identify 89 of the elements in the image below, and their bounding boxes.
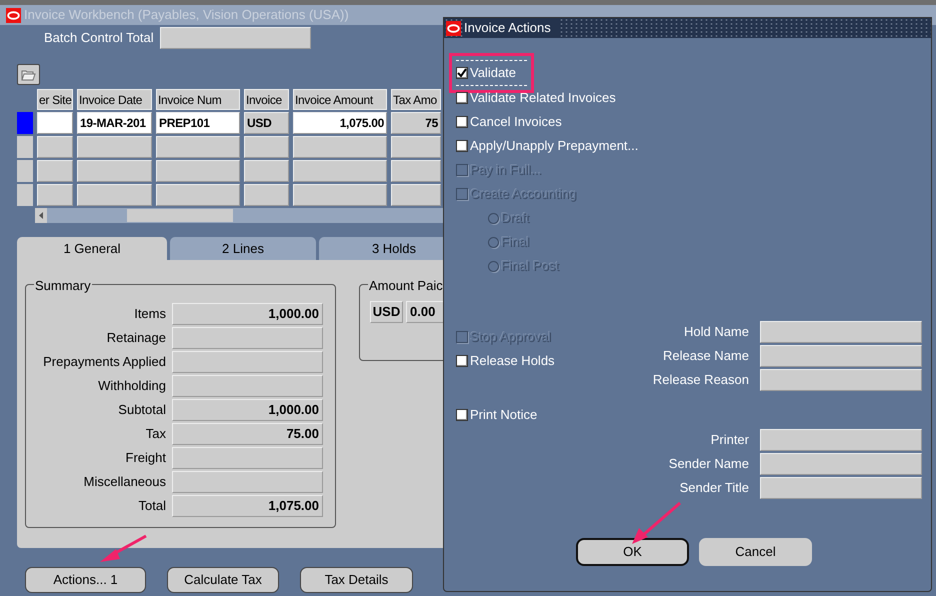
- table-cell[interactable]: [37, 112, 73, 134]
- field-label: Sender Name: [668, 455, 750, 474]
- table-cell[interactable]: PREP101: [156, 112, 240, 134]
- table-cell[interactable]: [293, 136, 387, 158]
- field-label: Tax: [144, 425, 166, 444]
- dialog-title: Invoice Actions: [464, 18, 559, 38]
- checkbox[interactable]: [456, 140, 468, 152]
- field-label: Release Reason: [652, 371, 750, 390]
- table-cell[interactable]: [77, 136, 152, 158]
- option-label: Validate: [470, 64, 516, 82]
- table-cell[interactable]: 19-MAR-201: [77, 112, 152, 134]
- scroll-left-icon[interactable]: [35, 208, 47, 223]
- tab[interactable]: 1 General: [17, 237, 167, 260]
- summary-field[interactable]: 1,000.00: [172, 399, 323, 421]
- option-label: Apply/Unapply Prepayment...: [470, 137, 638, 156]
- action-button[interactable]: Calculate Tax: [167, 567, 279, 593]
- table-cell[interactable]: [156, 184, 240, 206]
- summary-field[interactable]: 1,000.00: [172, 303, 323, 325]
- table-cell[interactable]: [293, 160, 387, 182]
- field-label: Total: [138, 497, 166, 516]
- table-cell[interactable]: [77, 184, 152, 206]
- action-button[interactable]: Tax Details: [300, 567, 413, 593]
- field-label: Batch Control Total: [44, 29, 154, 48]
- checkbox[interactable]: [456, 92, 468, 104]
- table-cell[interactable]: [156, 136, 240, 158]
- dialog-button[interactable]: OK: [576, 538, 689, 566]
- summary-field[interactable]: 1,075.00: [172, 495, 323, 517]
- option-label: Release Holds: [470, 352, 555, 370]
- text-field[interactable]: [760, 477, 922, 499]
- table-cell[interactable]: [37, 184, 73, 206]
- action-button[interactable]: Actions... 1: [25, 567, 146, 593]
- field-label: Withholding: [97, 377, 166, 396]
- column-header: Invoice Num: [156, 89, 240, 110]
- table-cell[interactable]: [244, 136, 289, 158]
- logo-icon: [6, 8, 21, 22]
- summary-field[interactable]: [172, 447, 323, 469]
- column-header: er Site: [37, 89, 73, 110]
- field-label: Hold Name: [682, 323, 750, 342]
- summary-field[interactable]: 75.00: [172, 423, 323, 445]
- table-cell[interactable]: 1,075.00: [293, 112, 387, 134]
- option-label: Validate Related Invoices: [470, 89, 616, 108]
- field-label: Release Name: [662, 347, 750, 366]
- currency-field[interactable]: USD: [370, 301, 403, 323]
- summary-field[interactable]: [172, 375, 323, 397]
- folder-icon: [21, 68, 36, 81]
- batch-control-total-field[interactable]: [160, 27, 311, 49]
- summary-field[interactable]: [172, 327, 323, 349]
- summary-field[interactable]: [172, 471, 323, 493]
- table-cell[interactable]: [244, 184, 289, 206]
- column-header: Invoice: [244, 89, 289, 110]
- field-label: Items: [133, 305, 166, 324]
- text-field[interactable]: [760, 321, 922, 343]
- column-header: Invoice Date: [77, 89, 152, 110]
- checkbox[interactable]: [456, 355, 468, 367]
- table-cell[interactable]: [391, 160, 441, 182]
- table-cell[interactable]: USD: [244, 112, 289, 134]
- column-header: Invoice Amount: [293, 89, 387, 110]
- text-field[interactable]: [760, 453, 922, 475]
- logo-icon: [446, 20, 461, 36]
- table-cell[interactable]: [156, 160, 240, 182]
- table-cell[interactable]: [77, 160, 152, 182]
- table-cell[interactable]: [293, 184, 387, 206]
- folder-button[interactable]: [17, 64, 40, 85]
- text-field[interactable]: [760, 429, 922, 451]
- table-cell[interactable]: [391, 136, 441, 158]
- summary-field[interactable]: [172, 351, 323, 373]
- field-label: Sender Title: [678, 479, 750, 498]
- table-cell[interactable]: [391, 184, 441, 206]
- table-cell[interactable]: 75: [391, 112, 441, 134]
- option-label: Cancel Invoices: [470, 113, 562, 132]
- field-label: Freight: [124, 449, 166, 468]
- column-header: Tax Amo: [391, 89, 441, 110]
- field-label: Miscellaneous: [82, 473, 166, 492]
- text-field[interactable]: [760, 369, 922, 391]
- option-label: Print Notice: [470, 406, 538, 424]
- table-cell[interactable]: [244, 160, 289, 182]
- scroll-thumb[interactable]: [127, 209, 233, 222]
- field-label: Retainage: [106, 329, 166, 348]
- table-cell[interactable]: [37, 136, 73, 158]
- field-label: Subtotal: [117, 401, 166, 420]
- checkbox[interactable]: [456, 409, 468, 421]
- field-label: Prepayments Applied: [42, 353, 166, 372]
- text-field[interactable]: [760, 345, 922, 367]
- dialog-button[interactable]: Cancel: [699, 538, 812, 566]
- table-cell[interactable]: [37, 160, 73, 182]
- checkbox[interactable]: [456, 67, 468, 79]
- checkbox[interactable]: [456, 116, 468, 128]
- field-label: Printer: [710, 431, 750, 450]
- tab[interactable]: 2 Lines: [170, 237, 316, 260]
